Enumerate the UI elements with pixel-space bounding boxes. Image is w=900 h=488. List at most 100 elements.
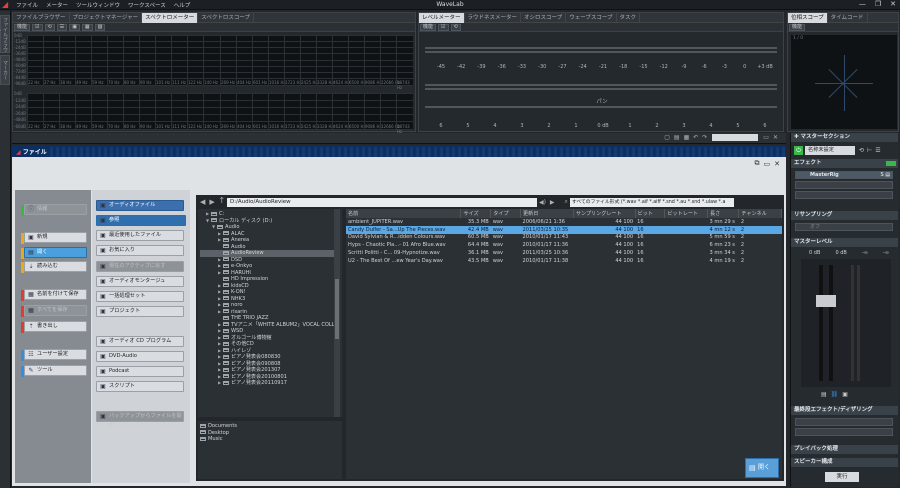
nav-button-5[interactable]: ▦ すべてを保存	[21, 305, 87, 317]
column-header[interactable]: サイズ	[460, 209, 492, 218]
function-menu[interactable]: 機能	[14, 23, 31, 31]
tab-lv-tabs-2[interactable]: オシロスコープ	[521, 12, 567, 23]
new-file-icon[interactable]: ▢	[664, 134, 670, 141]
column-header[interactable]: 長さ	[707, 209, 740, 218]
restore-icon[interactable]: ▭	[764, 160, 771, 168]
effect-slot-3[interactable]	[795, 191, 893, 199]
column-header[interactable]: ビット	[635, 209, 666, 218]
file-row[interactable]: Scritti Politti - C... 09-Hypnotize.wav 3…	[346, 249, 782, 257]
tab-tl-tabs-0[interactable]: ファイルブラウザー	[13, 12, 70, 23]
lock-icon[interactable]: ▣	[842, 391, 848, 398]
tree-scroll-thumb[interactable]	[335, 279, 339, 339]
subnav-item-2[interactable]: ▣ 最近使用したファイル	[96, 230, 184, 241]
tab-lv-tabs-0[interactable]: レベルメーター	[419, 12, 465, 23]
bypass-icon[interactable]: ⊢	[867, 147, 872, 154]
subnav-item-3[interactable]: ▣ お気に入り	[96, 245, 184, 256]
effects-toggle[interactable]	[886, 161, 896, 166]
masterrig-slot[interactable]: MasterRig S ▤	[795, 171, 893, 179]
tree-item[interactable]: ▶ ピアノ発表会20110917	[200, 380, 340, 387]
maximize-icon[interactable]: ▭	[763, 134, 769, 141]
column-header[interactable]: タイプ	[490, 209, 522, 218]
speaker-icon[interactable]: ◀)	[539, 199, 546, 206]
function-menu[interactable]: 機能	[789, 23, 806, 31]
final-slot-1[interactable]	[795, 418, 893, 426]
file-row[interactable]: Hyps - Chaotic Pla...- 01 Afro Blue.wav 6…	[346, 241, 782, 249]
function-menu[interactable]: 機能	[420, 23, 437, 31]
redo-icon[interactable]: ↷	[702, 134, 707, 141]
subnav-item-10[interactable]: ▣ Podcast	[96, 366, 184, 377]
subnav-item-9[interactable]: ▣ DVD-Audio	[96, 351, 184, 362]
column-header[interactable]: チャンネル	[738, 209, 782, 218]
nav-button-7[interactable]: ☷ ユーザー設定	[21, 349, 87, 361]
close-dialog-icon[interactable]: ✕	[774, 160, 780, 168]
path-field[interactable]: D:/Audio/AudioReview	[226, 197, 537, 207]
column-header[interactable]: 更新日	[520, 209, 574, 218]
nav-button-6[interactable]: ⇡ 書き出し	[21, 321, 87, 333]
forward-icon[interactable]: ▶	[209, 198, 214, 206]
fader-knob-l[interactable]	[816, 295, 826, 307]
file-row[interactable]: Candy Dulfer - Sa...Up The Pieces.wav 42.…	[346, 225, 782, 234]
checkbox-icon[interactable]: ☑	[438, 23, 449, 31]
subnav-item-0[interactable]: ▣ オーディオファイル	[96, 200, 184, 211]
nav-button-3[interactable]: ⇣ 読み込む	[21, 261, 87, 273]
file-type-filter[interactable]: すべてのファイル形式 (*.wav *.aif *.aiff *.snd *.a…	[569, 197, 734, 207]
open-folder-icon[interactable]: ▤	[674, 134, 680, 141]
play-icon[interactable]: ▶	[550, 199, 555, 206]
resampling-slot[interactable]: オフ	[795, 223, 893, 231]
tab-lv-tabs-4[interactable]: タスク	[617, 12, 641, 23]
refresh-icon[interactable]: ⟲	[450, 23, 461, 31]
nav-button-8[interactable]: ✎ ツール	[21, 365, 87, 377]
list-icon[interactable]: ☰	[56, 23, 68, 31]
tab-ph-tabs-0[interactable]: 位相スコープ	[788, 12, 828, 23]
rail-tab-marker[interactable]: マーカー	[0, 55, 10, 85]
refresh-icon[interactable]: ⟲	[44, 23, 55, 31]
file-row[interactable]: U2 - The Best Of ...ew Year's Day.wav 43.…	[346, 257, 782, 265]
save-icon[interactable]: ▦	[684, 134, 690, 141]
toolbar-combo[interactable]	[712, 134, 759, 141]
subnav-item-5[interactable]: ▣ オーディオモンタージュ	[96, 276, 184, 287]
slot-s-icon[interactable]: S ▤	[881, 172, 891, 178]
checkbox-icon[interactable]: ☑	[32, 23, 43, 31]
place-item[interactable]: Music	[200, 436, 340, 443]
tab-tl-tabs-1[interactable]: プロジェクトマネージャー	[70, 12, 143, 23]
render-button[interactable]: 実行	[825, 472, 859, 482]
link-icon[interactable]: ⛓	[831, 391, 839, 398]
image-icon[interactable]: ▨	[94, 23, 106, 31]
subnav-item-4[interactable]: ▣ 現在のアクティブに戻す	[96, 261, 184, 272]
column-header[interactable]: 名前	[346, 209, 462, 218]
back-icon[interactable]: ◀	[200, 198, 205, 206]
grid-icon[interactable]: ▦	[81, 23, 93, 31]
subnav-item-12[interactable]: ▣ バックアップからファイルを開く	[96, 411, 184, 428]
subnav-item-8[interactable]: ▣ オーディオ CD プログラム	[96, 336, 184, 347]
effect-slot-2[interactable]	[795, 181, 893, 189]
close-button[interactable]: ✕	[890, 0, 896, 8]
maximize-button[interactable]: ❐	[875, 0, 881, 8]
tab-ph-tabs-1[interactable]: タイムコード	[828, 12, 868, 23]
fader-knob-r[interactable]	[826, 295, 836, 307]
tab-tl-tabs-2[interactable]: スペクトロメーター	[142, 12, 199, 23]
subnav-item-6[interactable]: ▣ 一括処理セット	[96, 291, 184, 302]
undo-icon[interactable]: ↶	[693, 134, 698, 141]
preset-field[interactable]: 名称未設定	[805, 145, 855, 155]
file-row[interactable]: David Sylvian & R...idden Colours.wav 60.…	[346, 234, 782, 242]
camera-icon[interactable]: ▣	[69, 23, 80, 31]
subnav-item-1[interactable]: ▣ 参照	[96, 215, 186, 226]
open-button[interactable]: ▤ 開く	[745, 458, 779, 478]
mono-icon[interactable]: ▤	[821, 391, 827, 398]
tab-lv-tabs-3[interactable]: ウェーブスコープ	[566, 12, 617, 23]
column-header[interactable]: ビットレート	[664, 209, 709, 218]
search-icon[interactable]: ⌕	[565, 198, 568, 206]
rail-tab-file-browser[interactable]: ファイルブラウザー	[0, 15, 10, 53]
nav-button-1[interactable]: ▣ 新規	[21, 232, 87, 244]
nav-button-0[interactable]: ⓘ 情報	[21, 204, 87, 216]
nav-button-4[interactable]: ▦ 名前を付けて保存	[21, 289, 87, 301]
up-icon[interactable]: 🡑	[220, 195, 224, 209]
subnav-item-7[interactable]: ▣ プロジェクト	[96, 306, 184, 317]
nav-button-2[interactable]: ▤ 開く	[21, 247, 87, 259]
power-icon[interactable]: ⏻	[794, 145, 803, 155]
subnav-item-11[interactable]: ▣ スクリプト	[96, 381, 184, 392]
menu-icon[interactable]: ☰	[875, 147, 880, 154]
tab-tl-tabs-3[interactable]: スペクトロスコープ	[198, 12, 255, 23]
dock-icon[interactable]: ⧉	[755, 159, 760, 168]
close-icon[interactable]: ✕	[773, 134, 778, 141]
